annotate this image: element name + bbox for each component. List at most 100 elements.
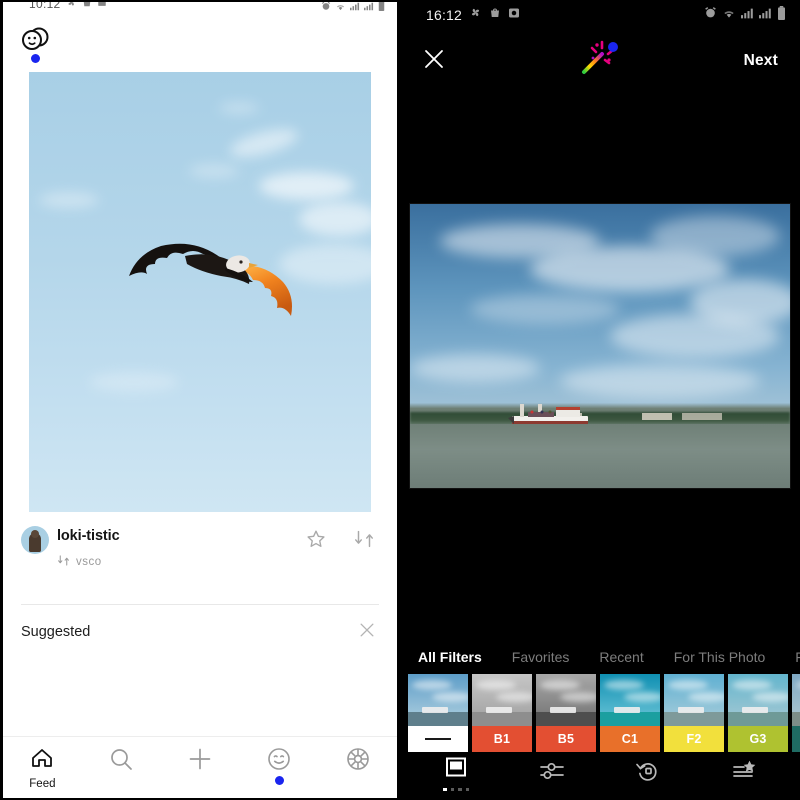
- stacked-faces-icon[interactable]: [19, 24, 53, 58]
- cloud-shape: [496, 692, 532, 702]
- filter-cell-b1[interactable]: B1: [472, 674, 532, 752]
- home-icon: [29, 746, 55, 775]
- bottom-nav: Feed: [3, 736, 397, 798]
- thumb-boat: [742, 707, 768, 713]
- right-phone-vsco-editor: 16:12 Next All Filters Favorites Recent …: [400, 0, 800, 800]
- wifi-icon: [722, 6, 736, 24]
- filter-cell-g3[interactable]: G3: [728, 674, 788, 752]
- editor-bottom-toolbar: [400, 752, 800, 800]
- filter-thumb: [472, 674, 532, 726]
- signal-icon: [364, 2, 374, 16]
- search-icon: [108, 746, 134, 777]
- cloud-shape: [668, 680, 708, 690]
- cloud-shape: [432, 692, 468, 702]
- tab-for-this-photo[interactable]: For This Photo: [674, 649, 766, 665]
- cloud-shape: [624, 692, 660, 702]
- profile-badge-dot: [274, 776, 284, 785]
- filter-label: B1: [472, 726, 532, 752]
- avatar-head: [31, 530, 39, 538]
- editor-photo-ferry[interactable]: [409, 203, 791, 489]
- filter-cell-original[interactable]: [408, 674, 468, 752]
- tool-adjust[interactable]: [539, 759, 565, 788]
- filter-thumb: [664, 674, 724, 726]
- cloud-shape: [227, 123, 301, 163]
- share-repost-icon[interactable]: [353, 528, 375, 555]
- suggested-section-header: Suggested: [3, 605, 397, 659]
- thumb-water: [728, 712, 788, 726]
- cloud-shape: [189, 164, 239, 178]
- thumb-boat: [678, 707, 704, 713]
- editor-top-bar: Next: [400, 30, 800, 92]
- filter-thumb: [408, 674, 468, 726]
- dual-phone-screenshot: 10:12 loki-tistic vsco Suggested Feed 16…: [0, 0, 800, 800]
- cloud-shape: [299, 202, 371, 236]
- post-username[interactable]: loki-tistic: [57, 528, 120, 544]
- nav-item-profile[interactable]: [249, 746, 309, 785]
- close-icon[interactable]: [422, 47, 446, 76]
- tool-history-undo[interactable]: [635, 759, 661, 788]
- filter-thumb: [536, 674, 596, 726]
- right-status-left: 16:12: [426, 6, 520, 24]
- left-status-right: [321, 2, 385, 16]
- ferry-boat: [508, 400, 598, 428]
- thumb-water: [664, 712, 724, 726]
- next-button[interactable]: Next: [744, 52, 778, 70]
- star-icon[interactable]: [305, 528, 327, 555]
- left-phone-vsco-feed: 10:12 loki-tistic vsco Suggested Feed: [0, 0, 400, 800]
- tool-presets[interactable]: [731, 759, 757, 788]
- magic-wand-icon[interactable]: [572, 38, 628, 84]
- thumb-water: [472, 712, 532, 726]
- briefcase-icon: [97, 2, 107, 11]
- filter-cell-c1[interactable]: C1: [600, 674, 660, 752]
- nav-item-search[interactable]: [91, 746, 151, 777]
- avatar[interactable]: [21, 526, 49, 554]
- battery-icon: [378, 2, 385, 16]
- camera-icon: [508, 6, 520, 24]
- thumb-water: [600, 712, 660, 726]
- thumb-boat: [422, 707, 448, 713]
- filter-thumb: [792, 674, 800, 726]
- water-surface: [410, 424, 790, 488]
- filter-label: M3: [792, 726, 800, 752]
- filter-cell-f2[interactable]: F2: [664, 674, 724, 752]
- tab-featured-truncated[interactable]: Fe: [795, 649, 800, 665]
- signal-icon: [741, 6, 754, 24]
- faces-badge-dot: [31, 54, 40, 63]
- thumb-water: [792, 712, 800, 726]
- nav-label-feed: Feed: [29, 778, 56, 790]
- post-repost-source: vsco: [57, 554, 102, 570]
- tool-filters[interactable]: [443, 755, 469, 792]
- post-meta: loki-tistic vsco: [3, 512, 397, 598]
- filter-cell-m3[interactable]: M3: [792, 674, 800, 752]
- thumb-water: [408, 712, 468, 726]
- editor-canvas-area: [400, 92, 800, 640]
- post-image-eagle[interactable]: [29, 72, 371, 512]
- frame-filter-icon: [444, 755, 468, 784]
- filter-label: B5: [536, 726, 596, 752]
- left-status-bar: 10:12: [3, 2, 397, 16]
- studio-wheel-icon: [345, 746, 371, 777]
- tab-recent[interactable]: Recent: [599, 649, 643, 665]
- filter-thumbnail-strip[interactable]: B1 B5 C1 F2 G3: [400, 674, 800, 752]
- presets-star-icon: [731, 759, 757, 788]
- cloud-shape: [560, 692, 596, 702]
- filter-label: C1: [600, 726, 660, 752]
- post-actions: [305, 528, 375, 555]
- adjust-sliders-icon: [539, 759, 565, 788]
- page-dot: [443, 787, 447, 792]
- filter-cell-b5[interactable]: B5: [536, 674, 596, 752]
- nav-item-add[interactable]: [170, 746, 230, 777]
- thumb-water: [536, 712, 596, 726]
- tab-favorites[interactable]: Favorites: [512, 649, 570, 665]
- tab-all-filters[interactable]: All Filters: [418, 649, 482, 665]
- undo-history-icon: [635, 759, 661, 788]
- nav-item-studio[interactable]: [328, 746, 388, 777]
- filter-label-original: [408, 726, 468, 752]
- alarm-icon: [321, 2, 331, 16]
- page-dot: [450, 787, 454, 792]
- smiley-icon: [266, 746, 292, 777]
- close-icon[interactable]: [357, 620, 377, 645]
- nav-item-feed[interactable]: Feed: [12, 746, 72, 790]
- cloud-shape: [410, 354, 540, 382]
- pinwheel-icon: [66, 2, 77, 11]
